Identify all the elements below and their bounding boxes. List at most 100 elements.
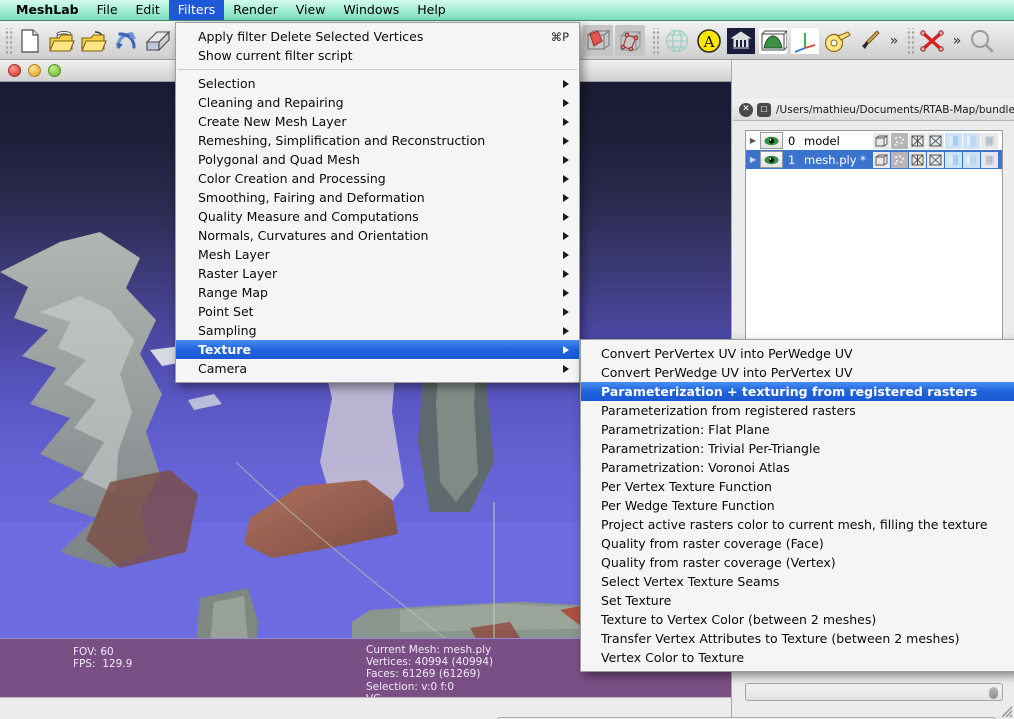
submenu-item-transfer-vertex-attributes-to-texture[interactable]: Transfer Vertex Attributes to Texture (b… [581, 629, 1014, 648]
measure-button[interactable] [822, 25, 852, 56]
smooth-icon[interactable] [945, 151, 962, 168]
filters-dropdown-menu[interactable]: Apply filter Delete Selected Vertices ⌘P… [175, 22, 580, 383]
close-window-button[interactable] [8, 64, 21, 77]
zoom-tool-button[interactable] [967, 25, 997, 56]
menu-item-polygonal-and-quad-mesh[interactable]: Polygonal and Quad Mesh [176, 150, 579, 169]
menu-item-cleaning-and-repairing[interactable]: Cleaning and Repairing [176, 93, 579, 112]
window-resize-grip[interactable] [999, 704, 1013, 718]
paint-button[interactable] [854, 25, 884, 56]
submenu-item-convert-perwedge-to-pervertex[interactable]: Convert PerWedge UV into PerVertex UV [581, 363, 1014, 382]
menu-item-range-map[interactable]: Range Map [176, 283, 579, 302]
submenu-item-parametrization-flat-plane[interactable]: Parametrization: Flat Plane [581, 420, 1014, 439]
menu-item-quality-measure-and-computations[interactable]: Quality Measure and Computations [176, 207, 579, 226]
menubar-item-edit[interactable]: Edit [127, 0, 169, 20]
toolbar-overflow-button[interactable]: » [886, 25, 902, 56]
points-icon[interactable] [891, 151, 908, 168]
dock-title-path: /Users/mathieu/Documents/RTAB-Map/bundle… [776, 103, 1014, 116]
flat-wire-icon[interactable] [927, 151, 944, 168]
extrude-button[interactable] [583, 25, 613, 56]
toolbar-overflow2-button[interactable]: » [949, 25, 965, 56]
submenu-item-parameterization-from-rasters[interactable]: Parameterization from registered rasters [581, 401, 1014, 420]
points-icon[interactable] [891, 132, 908, 149]
submenu-item-per-vertex-texture-function[interactable]: Per Vertex Texture Function [581, 477, 1014, 496]
align-button[interactable]: A [694, 25, 724, 56]
menubar-item-help[interactable]: Help [408, 0, 455, 20]
menu-item-create-new-mesh-layer[interactable]: Create New Mesh Layer [176, 112, 579, 131]
submenu-item-per-wedge-texture-function[interactable]: Per Wedge Texture Function [581, 496, 1014, 515]
toolbar-gripper2-icon[interactable] [651, 27, 659, 54]
menu-item-label: Texture [198, 342, 251, 357]
undock-icon[interactable]: ☐ [757, 102, 771, 117]
menu-item-remeshing[interactable]: Remeshing, Simplification and Reconstruc… [176, 131, 579, 150]
mesh-render-button[interactable] [758, 25, 788, 56]
table-row[interactable]: ▶ 0 model [746, 131, 1002, 150]
delete-points-button[interactable] [917, 25, 947, 56]
bbox-icon[interactable] [873, 132, 890, 149]
submenu-item-set-texture[interactable]: Set Texture [581, 591, 1014, 610]
visibility-eye-icon[interactable] [760, 151, 783, 168]
save-button[interactable] [143, 25, 173, 56]
menu-item-sampling[interactable]: Sampling [176, 321, 579, 340]
layer-render-modes[interactable] [873, 151, 1002, 168]
menu-item-raster-layer[interactable]: Raster Layer [176, 264, 579, 283]
new-document-button[interactable] [15, 25, 45, 56]
wire-icon[interactable] [909, 132, 926, 149]
menubar-item-windows[interactable]: Windows [334, 0, 408, 20]
zoom-window-button[interactable] [48, 64, 61, 77]
menu-item-texture[interactable]: Texture [176, 340, 579, 359]
wireframe-box-button[interactable] [615, 25, 645, 56]
menu-item-camera[interactable]: Camera [176, 359, 579, 378]
flat-icon[interactable] [963, 151, 980, 168]
menubar-item-file[interactable]: File [88, 0, 127, 20]
menu-item-color-creation-and-processing[interactable]: Color Creation and Processing [176, 169, 579, 188]
menu-item-selection[interactable]: Selection [176, 74, 579, 93]
reload-button[interactable] [111, 25, 141, 56]
submenu-item-convert-pervertex-to-perwedge[interactable]: Convert PerVertex UV into PerWedge UV [581, 344, 1014, 363]
layer-render-modes[interactable] [873, 132, 1002, 149]
submenu-item-texture-to-vertex-color[interactable]: Texture to Vertex Color (between 2 meshe… [581, 610, 1014, 629]
smooth-icon[interactable] [945, 132, 962, 149]
menubar-item-filters[interactable]: Filters [168, 0, 225, 20]
submenu-item-parametrization-voronoi-atlas[interactable]: Parametrization: Voronoi Atlas [581, 458, 1014, 477]
snapshot-button[interactable] [726, 25, 756, 56]
expand-arrow-icon[interactable]: ▶ [746, 136, 760, 145]
menu-item-apply-filter[interactable]: Apply filter Delete Selected Vertices ⌘P [176, 27, 579, 46]
menu-item-normals-curvatures-orientation[interactable]: Normals, Curvatures and Orientation [176, 226, 579, 245]
submenu-item-vertex-color-to-texture[interactable]: Vertex Color to Texture [581, 648, 1014, 667]
texture-icon[interactable] [981, 151, 998, 168]
menubar-app-name[interactable]: MeshLab [14, 0, 88, 20]
wire-icon[interactable] [909, 151, 926, 168]
open-project-button[interactable] [47, 25, 77, 56]
chevron-right-icon [563, 269, 569, 278]
submenu-item-parameterization-plus-texturing[interactable]: Parameterization + texturing from regist… [581, 382, 1014, 401]
open-mesh-button[interactable] [79, 25, 109, 56]
flat-icon[interactable] [963, 132, 980, 149]
scrollbar-thumb[interactable] [989, 687, 998, 699]
visibility-eye-icon[interactable] [760, 132, 783, 149]
table-row[interactable]: ▶ 1 mesh.ply * [746, 150, 1002, 169]
menu-item-show-filter-script[interactable]: Show current filter script [176, 46, 579, 65]
axis-button[interactable] [790, 25, 820, 56]
dock-scroll-field-lower[interactable] [745, 683, 1003, 701]
submenu-item-project-active-rasters-color[interactable]: Project active rasters color to current … [581, 515, 1014, 534]
texture-submenu[interactable]: Convert PerVertex UV into PerWedge UV Co… [580, 339, 1014, 672]
minimize-window-button[interactable] [28, 64, 41, 77]
menubar-item-render[interactable]: Render [224, 0, 287, 20]
toolbar-gripper3-icon[interactable] [906, 27, 914, 54]
menu-item-point-set[interactable]: Point Set [176, 302, 579, 321]
close-icon[interactable]: ✕ [739, 102, 753, 117]
submenu-item-quality-from-raster-coverage-face[interactable]: Quality from raster coverage (Face) [581, 534, 1014, 553]
toolbar-gripper-icon[interactable] [4, 27, 12, 54]
expand-arrow-icon[interactable]: ▶ [746, 155, 760, 164]
submenu-item-select-vertex-texture-seams[interactable]: Select Vertex Texture Seams [581, 572, 1014, 591]
texture-icon[interactable] [981, 132, 998, 149]
menu-item-smoothing-fairing-deformation[interactable]: Smoothing, Fairing and Deformation [176, 188, 579, 207]
globe-button[interactable] [662, 25, 692, 56]
submenu-item-parametrization-trivial-per-triangle[interactable]: Parametrization: Trivial Per-Triangle [581, 439, 1014, 458]
chevron-right-icon [563, 136, 569, 145]
submenu-item-quality-from-raster-coverage-vertex[interactable]: Quality from raster coverage (Vertex) [581, 553, 1014, 572]
bbox-icon[interactable] [873, 151, 890, 168]
menubar-item-view[interactable]: View [287, 0, 335, 20]
menu-item-mesh-layer[interactable]: Mesh Layer [176, 245, 579, 264]
flat-wire-icon[interactable] [927, 132, 944, 149]
